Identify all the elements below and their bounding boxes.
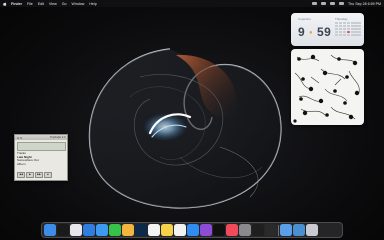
calendar-icon[interactable] [148,224,160,236]
messages-icon[interactable] [109,224,121,236]
clock-colon: ● [309,29,314,36]
podcasts-icon[interactable] [200,224,212,236]
play-icon[interactable]: ▶ [26,172,34,178]
downloads-icon[interactable] [293,224,305,236]
menu-view[interactable]: View [49,2,57,6]
player-titlebar[interactable]: Tinyfinder 2.0 [15,135,67,140]
system-settings-icon[interactable] [239,224,251,236]
dock [41,222,343,238]
clock-hour: 9 [298,25,306,39]
menu-finder[interactable]: Finder [11,2,22,6]
terminal-icon[interactable] [252,224,264,236]
trash-icon[interactable] [306,224,318,236]
preview-icon[interactable] [280,224,292,236]
menu-bar: Finder File Edit View Go Window Help Thu… [0,0,384,7]
art-pattern [293,54,360,123]
menu-file[interactable]: File [27,2,33,6]
player-line-4: Album [17,162,26,166]
stop-icon[interactable]: ■ [44,172,52,178]
calendar-grid [335,22,362,36]
art-widget[interactable] [291,49,364,125]
dock-separator [278,224,279,236]
apple-tv-icon[interactable] [57,224,69,236]
battery-icon[interactable] [312,1,318,6]
photos-icon[interactable] [122,224,134,236]
menu-help[interactable]: Help [89,2,96,6]
finder-icon[interactable] [44,224,56,236]
player-display [16,141,66,151]
menu-window[interactable]: Window [72,2,85,6]
reminders-icon[interactable] [174,224,186,236]
previous-icon[interactable]: ◀◀ [17,172,25,178]
wifi-icon[interactable] [321,1,327,6]
notes-icon[interactable] [161,224,173,236]
app-store-icon[interactable] [187,224,199,236]
menu-go[interactable]: Go [62,2,67,6]
calendar-title: Thursday [335,17,348,21]
clock-time: 9 ● 59 [298,25,331,39]
clock-city: Cupertino [298,17,312,21]
menu-clock[interactable]: Thu Sep 28 6:59 PM [348,2,381,6]
photoshop-icon[interactable] [135,224,147,236]
launchpad-icon[interactable] [70,224,82,236]
status-area: Thu Sep 28 6:59 PM [312,2,381,6]
search-icon[interactable] [330,1,336,6]
player-title: Tinyfinder 2.0 [49,136,66,139]
mail-icon[interactable] [96,224,108,236]
clock-calendar-widget[interactable]: Cupertino 9 ● 59 Thursday [291,13,364,46]
tv-icon[interactable] [213,224,225,236]
control-center-icon[interactable] [339,1,345,6]
player-controls: ◀◀ ▶ ▶▶ ■ [17,172,52,178]
activity-monitor-icon[interactable] [265,224,277,236]
apple-menu-icon[interactable] [3,1,7,6]
clock-minute: 59 [317,25,332,39]
next-icon[interactable]: ▶▶ [35,172,43,178]
music-player-window[interactable]: Tinyfinder 2.0 Tracks Late Night Somewhe… [14,134,68,181]
close-icon[interactable] [16,136,19,139]
safari-icon[interactable] [83,224,95,236]
minimize-icon[interactable] [19,136,22,139]
menu-edit[interactable]: Edit [38,2,44,6]
music-icon[interactable] [226,224,238,236]
